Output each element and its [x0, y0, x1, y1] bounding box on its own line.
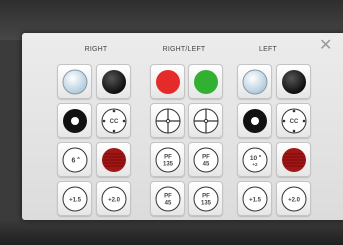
- svg-text:PF: PF: [202, 193, 210, 199]
- right-open-lens-button[interactable]: [57, 64, 92, 99]
- maddox-rod-icon: [281, 147, 306, 172]
- add-lens-icon: +2.0: [101, 186, 126, 211]
- cross-cylinder-icon: CC: [101, 108, 126, 133]
- svg-text:PF: PF: [164, 154, 172, 160]
- pf-45-button-top[interactable]: PF 45: [188, 142, 223, 177]
- svg-text:45: 45: [202, 161, 209, 167]
- right-plus-2-0-button[interactable]: +2.0: [96, 181, 131, 216]
- svg-text:PF: PF: [202, 154, 210, 160]
- pinhole-icon: [242, 108, 267, 133]
- polarized-filter-icon: PF 135: [193, 186, 218, 211]
- svg-text:PF: PF: [164, 193, 172, 199]
- right-prism-button[interactable]: 6 a: [57, 142, 92, 177]
- lens-selector-panel: RIGHT RIGHT/LEFT LEFT ✕ CC CC 6 a PF 135…: [22, 33, 343, 220]
- left-open-lens-button[interactable]: [237, 64, 272, 99]
- svg-text:CC: CC: [109, 119, 118, 125]
- maddox-rod-icon: [101, 147, 126, 172]
- svg-text:135: 135: [200, 200, 211, 206]
- green-filter-button[interactable]: [188, 64, 223, 99]
- svg-text:+2: +2: [252, 162, 258, 167]
- add-lens-icon: +1.5: [242, 186, 267, 211]
- svg-text:10: 10: [249, 155, 257, 162]
- header-right-left: RIGHT/LEFT: [162, 46, 206, 53]
- polarized-filter-icon: PF 45: [155, 186, 180, 211]
- svg-text:+2.0: +2.0: [108, 197, 121, 203]
- right-occluder-button[interactable]: [96, 64, 131, 99]
- green-filter-icon: [193, 69, 218, 94]
- open-lens-icon: [62, 69, 87, 94]
- occluder-black-icon: [101, 69, 126, 94]
- left-occluder-button[interactable]: [276, 64, 311, 99]
- svg-text:CC: CC: [289, 119, 298, 125]
- svg-text:6: 6: [71, 157, 75, 164]
- pinhole-icon: [62, 108, 87, 133]
- left-red-maddox-button[interactable]: [276, 142, 311, 177]
- svg-text:135: 135: [162, 161, 173, 167]
- open-lens-icon: [242, 69, 267, 94]
- pf-135-button-top[interactable]: PF 135: [150, 142, 185, 177]
- left-prism-button[interactable]: 10 a +2: [237, 142, 272, 177]
- red-filter-button[interactable]: [150, 64, 185, 99]
- left-plus-2-0-button[interactable]: +2.0: [276, 181, 311, 216]
- right-cross-cylinder-button[interactable]: CC: [96, 103, 131, 138]
- right-red-maddox-button[interactable]: [96, 142, 131, 177]
- pf-135-button-bottom[interactable]: PF 135: [188, 181, 223, 216]
- svg-text:45: 45: [164, 200, 171, 206]
- crosshair-button-2[interactable]: [188, 103, 223, 138]
- right-pinhole-button[interactable]: [57, 103, 92, 138]
- left-cross-cylinder-button[interactable]: CC: [276, 103, 311, 138]
- prism-icon: 10 a +2: [242, 147, 267, 172]
- crosshair-icon: [155, 108, 180, 133]
- header-right: RIGHT: [84, 46, 108, 53]
- prism-icon: 6 a: [62, 147, 87, 172]
- add-lens-icon: +2.0: [281, 186, 306, 211]
- cross-cylinder-icon: CC: [281, 108, 306, 133]
- header-left: LEFT: [259, 46, 277, 53]
- left-pinhole-button[interactable]: [237, 103, 272, 138]
- add-lens-icon: +1.5: [62, 186, 87, 211]
- crosshair-button-1[interactable]: [150, 103, 185, 138]
- polarized-filter-icon: PF 135: [155, 147, 180, 172]
- polarized-filter-icon: PF 45: [193, 147, 218, 172]
- svg-text:+1.5: +1.5: [69, 197, 82, 203]
- left-plus-1-5-button[interactable]: +1.5: [237, 181, 272, 216]
- close-icon[interactable]: ✕: [319, 38, 332, 54]
- crosshair-icon: [193, 108, 218, 133]
- svg-text:+2.0: +2.0: [288, 197, 301, 203]
- red-filter-icon: [155, 69, 180, 94]
- pf-45-button-bottom[interactable]: PF 45: [150, 181, 185, 216]
- occluder-black-icon: [281, 69, 306, 94]
- right-plus-1-5-button[interactable]: +1.5: [57, 181, 92, 216]
- background-bottom: [0, 220, 343, 245]
- svg-text:+1.5: +1.5: [249, 197, 262, 203]
